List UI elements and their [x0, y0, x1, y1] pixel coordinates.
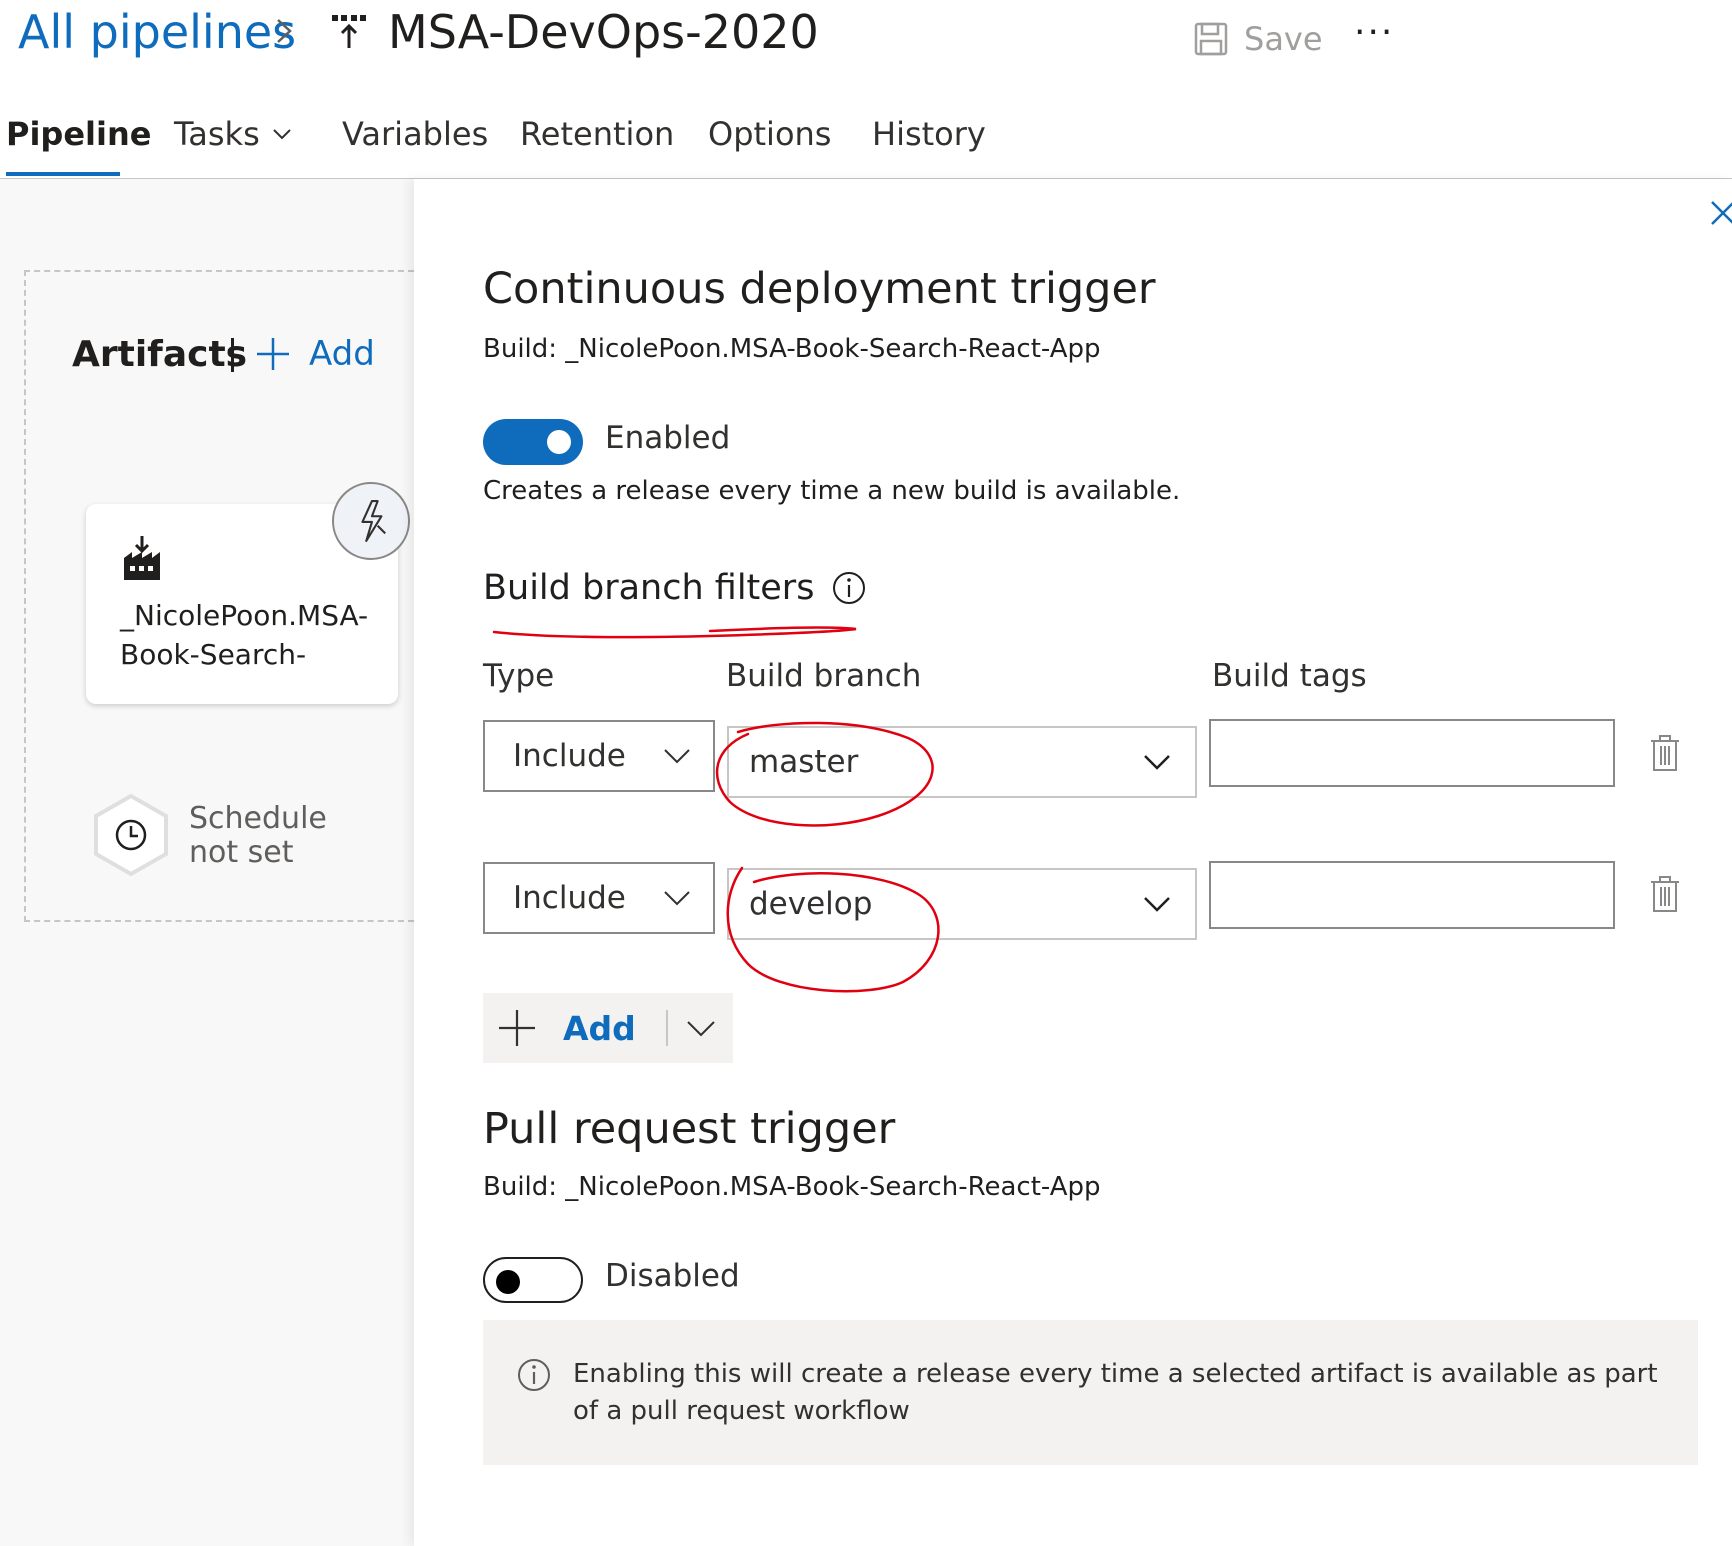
tab-pipeline[interactable]: Pipeline [6, 112, 151, 156]
info-icon [518, 1359, 550, 1391]
filter-tags-input[interactable] [1209, 861, 1615, 929]
chevron-down-icon[interactable] [686, 1013, 716, 1043]
schedule-label[interactable]: Schedule not set [189, 802, 369, 870]
build-branch-filters-heading: Build branch filters [483, 568, 866, 608]
clock-icon[interactable] [88, 792, 174, 878]
plus-icon [257, 338, 289, 370]
add-filter-button[interactable]: Add [483, 993, 733, 1063]
cd-trigger-toggle[interactable] [483, 419, 583, 465]
tab-tasks[interactable]: Tasks [174, 112, 292, 156]
pr-info-message: Enabling this will create a release ever… [483, 1320, 1698, 1465]
pr-trigger-title: Pull request trigger [483, 1104, 896, 1154]
cd-trigger-source: Build: _NicolePoon.MSA-Book-Search-React… [483, 334, 1101, 364]
tab-tasks-label: Tasks [174, 115, 260, 153]
red-annotation-circle [726, 866, 940, 993]
chevron-down-icon [664, 749, 690, 764]
breadcrumb-all-pipelines[interactable]: All pipelines [18, 2, 296, 62]
pipeline-title: MSA-DevOps-2020 [388, 5, 819, 59]
save-button[interactable]: Save [1194, 14, 1323, 64]
artifact-name: _NicolePoon.MSA-Book-Search- [120, 599, 369, 671]
save-label: Save [1244, 20, 1323, 58]
plus-icon [499, 1010, 535, 1046]
lightning-icon[interactable] [332, 482, 410, 560]
toggle-knob [547, 430, 571, 454]
filter-type-select[interactable]: Include [483, 720, 715, 792]
tab-retention[interactable]: Retention [520, 112, 674, 156]
chevron-down-icon [664, 891, 690, 906]
filter-type-value: Include [513, 738, 626, 774]
add-artifact-label: Add [309, 334, 375, 374]
filter-type-value: Include [513, 880, 626, 916]
tab-variables[interactable]: Variables [342, 112, 488, 156]
info-icon[interactable] [832, 571, 866, 605]
save-icon [1194, 22, 1228, 56]
pr-trigger-toggle[interactable] [483, 1257, 583, 1303]
trash-icon[interactable] [1650, 875, 1680, 913]
pr-trigger-toggle-label: Disabled [605, 1258, 740, 1294]
add-filter-label: Add [563, 1008, 636, 1048]
artifacts-separator [231, 338, 234, 372]
tab-history[interactable]: History [872, 112, 986, 156]
pr-info-text: Enabling this will create a release ever… [573, 1359, 1658, 1426]
chevron-down-icon [1144, 897, 1170, 912]
cd-trigger-toggle-label: Enabled [605, 420, 731, 456]
release-pipeline-icon [332, 15, 366, 48]
toggle-knob [496, 1270, 520, 1294]
build-artifact-icon [124, 536, 160, 580]
filter-tags-input[interactable] [1209, 719, 1615, 787]
column-header-build-branch: Build branch [726, 658, 922, 694]
red-annotation-circle [715, 721, 934, 827]
close-icon[interactable] [1708, 198, 1732, 228]
more-icon[interactable]: ··· [1354, 12, 1394, 53]
active-tab-indicator [6, 172, 120, 176]
chevron-down-icon [273, 129, 291, 140]
red-annotation-underline [492, 626, 857, 639]
chevron-down-icon [1144, 755, 1170, 770]
pr-trigger-source: Build: _NicolePoon.MSA-Book-Search-React… [483, 1172, 1101, 1202]
filter-type-select[interactable]: Include [483, 862, 715, 934]
trash-icon[interactable] [1650, 734, 1680, 772]
filters-heading-label: Build branch filters [483, 568, 815, 608]
add-artifact-button[interactable]: Add [255, 334, 375, 374]
add-filter-separator [665, 1010, 668, 1046]
cd-trigger-description: Creates a release every time a new build… [483, 476, 1181, 506]
chevron-right-icon [277, 19, 292, 43]
column-header-build-tags: Build tags [1212, 658, 1367, 694]
artifacts-label: Artifacts [72, 334, 248, 375]
tab-options[interactable]: Options [708, 112, 831, 156]
cd-trigger-title: Continuous deployment trigger [483, 264, 1156, 314]
column-header-type: Type [483, 658, 555, 694]
